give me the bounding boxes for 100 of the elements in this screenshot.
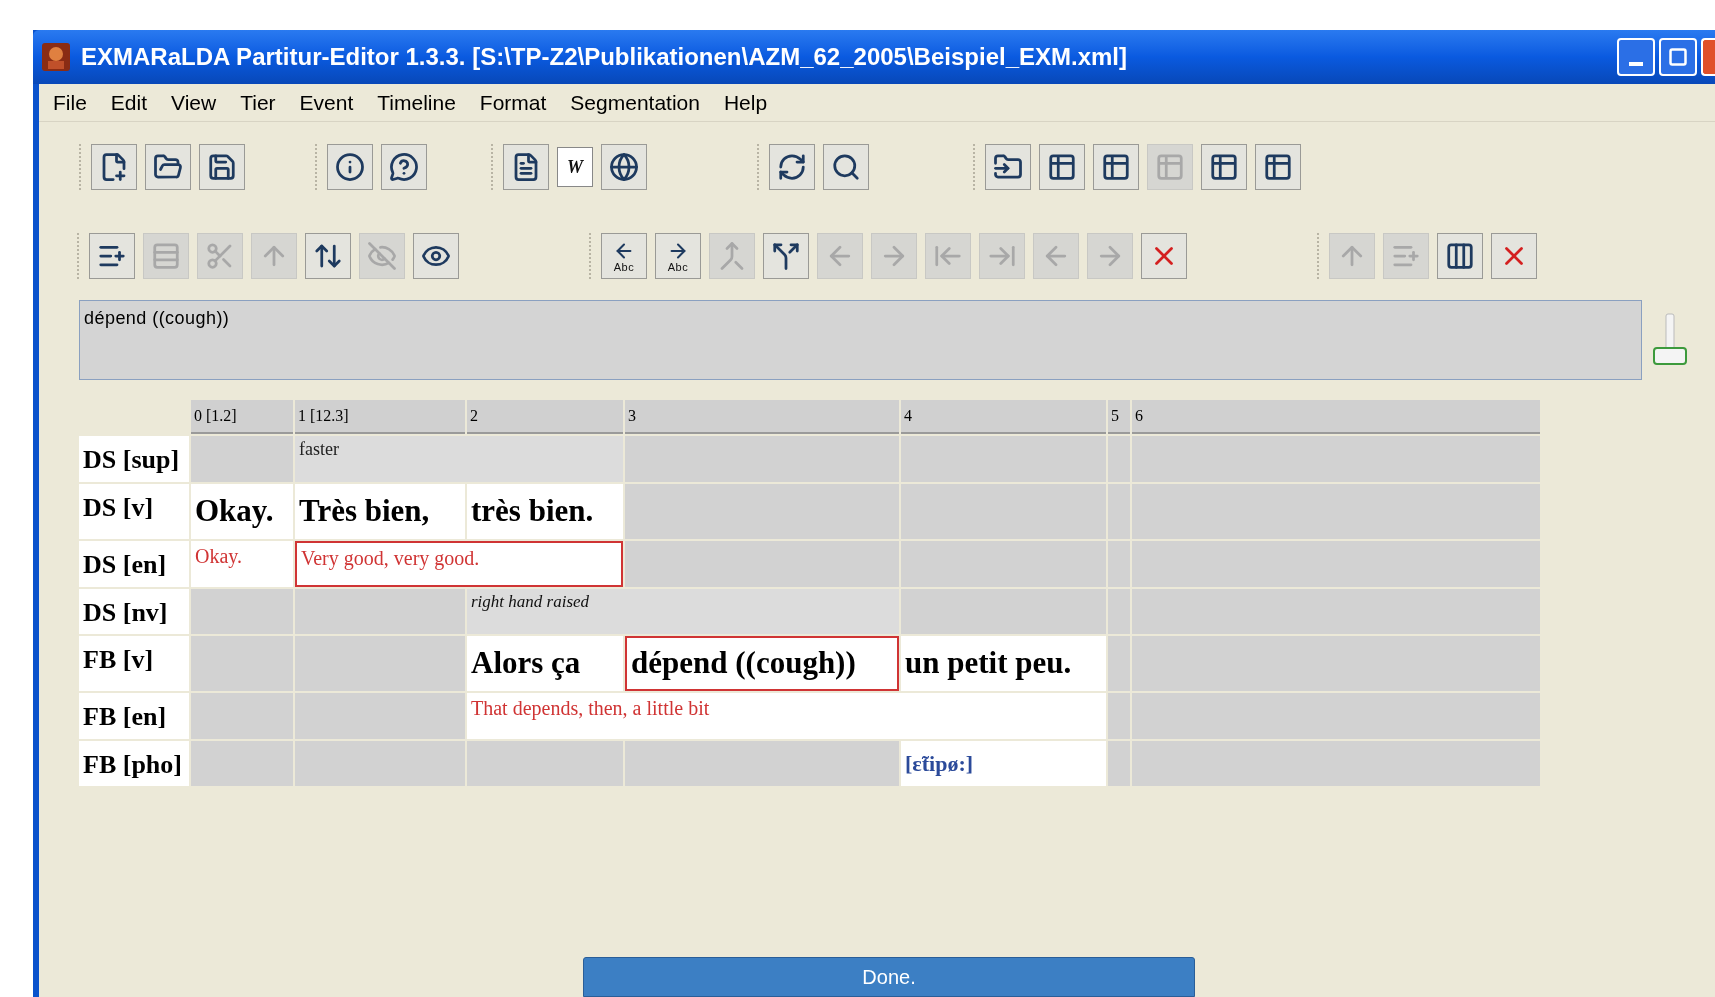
toolbar-button[interactable] <box>763 233 809 279</box>
empty-cell[interactable] <box>1132 741 1540 786</box>
empty-cell[interactable] <box>901 589 1106 634</box>
toolbar-button[interactable] <box>503 144 549 190</box>
tier-label[interactable]: FB [v] <box>79 636 189 691</box>
event-cell[interactable]: Très bien, <box>295 484 465 539</box>
toolbar-button[interactable]: Abc <box>601 233 647 279</box>
timeline-header[interactable]: 6 <box>1132 400 1540 434</box>
event-cell[interactable]: dépend ((cough)) <box>625 636 899 691</box>
timeline-header[interactable]: 1 [12.3] <box>295 400 465 434</box>
timeline-header[interactable]: 3 <box>625 400 899 434</box>
toolbar-button[interactable] <box>769 144 815 190</box>
toolbar-button[interactable]: W <box>557 147 593 187</box>
tier-label[interactable]: DS [en] <box>79 541 189 587</box>
event-text-field[interactable]: dépend ((cough)) <box>79 300 1642 380</box>
empty-cell[interactable] <box>1132 636 1540 691</box>
empty-cell[interactable] <box>1108 741 1130 786</box>
tier-label[interactable]: DS [sup] <box>79 436 189 482</box>
event-cell[interactable]: Very good, very good. <box>295 541 623 587</box>
empty-cell[interactable] <box>625 541 899 587</box>
empty-cell[interactable] <box>625 436 899 482</box>
toolbar-button[interactable] <box>199 144 245 190</box>
toolbar-button[interactable] <box>1201 144 1247 190</box>
empty-cell[interactable] <box>191 436 293 482</box>
empty-cell[interactable] <box>467 741 623 786</box>
menu-item[interactable]: Tier <box>240 86 276 119</box>
empty-cell[interactable] <box>1132 541 1540 587</box>
toolbar-button[interactable] <box>1255 144 1301 190</box>
event-cell[interactable]: right hand raised <box>467 589 899 634</box>
timeline-header[interactable]: 2 <box>467 400 623 434</box>
toolbar-button[interactable] <box>985 144 1031 190</box>
empty-cell[interactable] <box>1108 693 1130 739</box>
empty-cell[interactable] <box>1108 589 1130 634</box>
toolbar-button[interactable] <box>1437 233 1483 279</box>
toolbar-button[interactable] <box>145 144 191 190</box>
toolbar-button[interactable] <box>305 233 351 279</box>
menu-item[interactable]: Event <box>299 86 354 119</box>
timeline-header[interactable]: 5 <box>1108 400 1130 434</box>
event-cell[interactable]: Okay. <box>191 541 293 587</box>
empty-cell[interactable] <box>295 741 465 786</box>
table-icon <box>1209 152 1239 182</box>
minimize-button[interactable] <box>1617 38 1655 76</box>
tier-label[interactable]: FB [pho] <box>79 741 189 786</box>
toolbar-button[interactable] <box>823 144 869 190</box>
toolbar-button[interactable]: Abc <box>655 233 701 279</box>
event-cell[interactable]: That depends, then, a little bit <box>467 693 1106 739</box>
event-cell[interactable]: très bien. <box>467 484 623 539</box>
menu-item[interactable]: Timeline <box>377 86 456 119</box>
empty-cell[interactable] <box>625 741 899 786</box>
empty-cell[interactable] <box>191 693 293 739</box>
minimize-icon <box>1629 62 1643 66</box>
timeline-header[interactable]: 4 <box>901 400 1106 434</box>
menu-item[interactable]: Segmentation <box>570 86 700 119</box>
event-cell[interactable]: faster <box>295 436 623 482</box>
empty-cell[interactable] <box>901 541 1106 587</box>
toolbar-button[interactable] <box>1141 233 1187 279</box>
menu-item[interactable]: Format <box>479 86 547 119</box>
toolbar-button[interactable] <box>1491 233 1537 279</box>
done-button[interactable]: Done. <box>583 957 1195 997</box>
empty-cell[interactable] <box>901 436 1106 482</box>
empty-cell[interactable] <box>191 741 293 786</box>
toolbar-button[interactable] <box>381 144 427 190</box>
empty-cell[interactable] <box>1132 436 1540 482</box>
menu-item[interactable]: File <box>53 86 87 119</box>
empty-cell[interactable] <box>1108 484 1130 539</box>
timeline-header[interactable]: 0 [1.2] <box>191 400 293 434</box>
empty-cell[interactable] <box>1108 436 1130 482</box>
menu-item[interactable]: View <box>171 86 217 119</box>
empty-cell[interactable] <box>295 693 465 739</box>
empty-cell[interactable] <box>295 589 465 634</box>
handle-icon[interactable] <box>1650 312 1690 368</box>
event-cell[interactable]: Okay. <box>191 484 293 539</box>
toolbar-button[interactable] <box>1093 144 1139 190</box>
empty-cell[interactable] <box>901 484 1106 539</box>
toolbar-button[interactable] <box>1039 144 1085 190</box>
tier-label[interactable]: DS [nv] <box>79 589 189 634</box>
columns-icon <box>1445 241 1475 271</box>
empty-cell[interactable] <box>1108 636 1130 691</box>
maximize-button[interactable] <box>1659 38 1697 76</box>
toolbar-button[interactable] <box>327 144 373 190</box>
event-cell[interactable]: [ɛ̃tipø:] <box>901 741 1106 786</box>
empty-cell[interactable] <box>1108 541 1130 587</box>
event-cell[interactable]: un petit peu. <box>901 636 1106 691</box>
toolbar-button[interactable] <box>601 144 647 190</box>
menu-item[interactable]: Edit <box>110 86 148 119</box>
empty-cell[interactable] <box>295 636 465 691</box>
empty-cell[interactable] <box>625 484 899 539</box>
tier-label[interactable]: DS [v] <box>79 484 189 539</box>
empty-cell[interactable] <box>191 636 293 691</box>
empty-cell[interactable] <box>191 589 293 634</box>
toolbar-button[interactable] <box>89 233 135 279</box>
empty-cell[interactable] <box>1132 693 1540 739</box>
menu-item[interactable]: Help <box>723 86 768 119</box>
toolbar-button[interactable] <box>91 144 137 190</box>
event-cell[interactable]: Alors ça <box>467 636 623 691</box>
empty-cell[interactable] <box>1132 589 1540 634</box>
tier-label[interactable]: FB [en] <box>79 693 189 739</box>
empty-cell[interactable] <box>1132 484 1540 539</box>
toolbar-button[interactable] <box>413 233 459 279</box>
close-button[interactable] <box>1701 38 1715 76</box>
